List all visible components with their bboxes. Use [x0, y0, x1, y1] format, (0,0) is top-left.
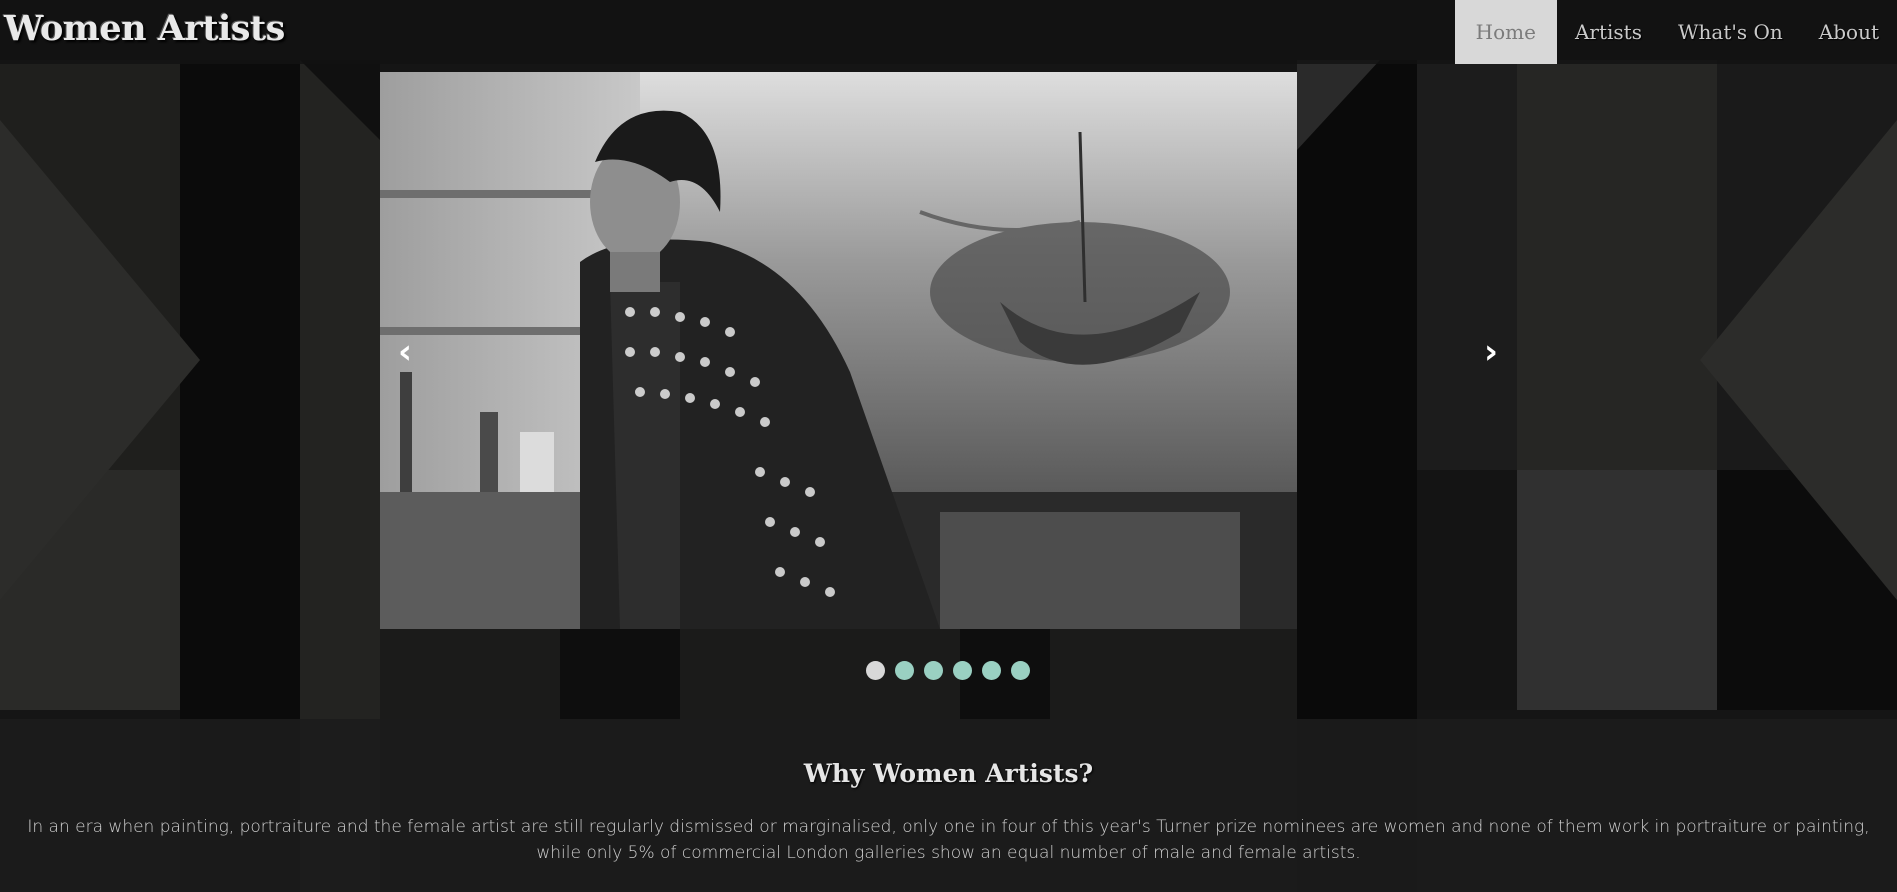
slider-dot-2[interactable]: [895, 661, 914, 680]
nav-about[interactable]: About: [1801, 0, 1897, 64]
slider-dot-1[interactable]: [866, 661, 885, 680]
nav-whats-on[interactable]: What's On: [1660, 0, 1801, 64]
nav-home[interactable]: Home: [1454, 0, 1557, 64]
next-slide-icon[interactable]: ›: [1484, 335, 1498, 369]
slider-dot-3[interactable]: [924, 661, 943, 680]
slider-dot-4[interactable]: [953, 661, 972, 680]
page: Women Artists Home Artists What's On Abo…: [0, 0, 1897, 892]
intro-title: Why Women Artists?: [803, 759, 1094, 788]
intro-text: In an era when painting, portraiture and…: [27, 817, 1870, 863]
site-logo[interactable]: Women Artists: [4, 8, 285, 49]
slider-dot-6[interactable]: [1011, 661, 1030, 680]
site-header: Women Artists Home Artists What's On Abo…: [0, 0, 1897, 64]
slider-dot-5[interactable]: [982, 661, 1001, 680]
intro-section: Why Women Artists? In an era when painti…: [0, 719, 1897, 892]
nav-artists[interactable]: Artists: [1557, 0, 1660, 64]
image-slider: [380, 72, 1297, 629]
slide-photo: [380, 72, 1297, 629]
prev-slide-icon[interactable]: ‹: [398, 335, 412, 369]
main-nav: Home Artists What's On About: [1454, 0, 1897, 64]
slider-dots: [866, 661, 1030, 680]
